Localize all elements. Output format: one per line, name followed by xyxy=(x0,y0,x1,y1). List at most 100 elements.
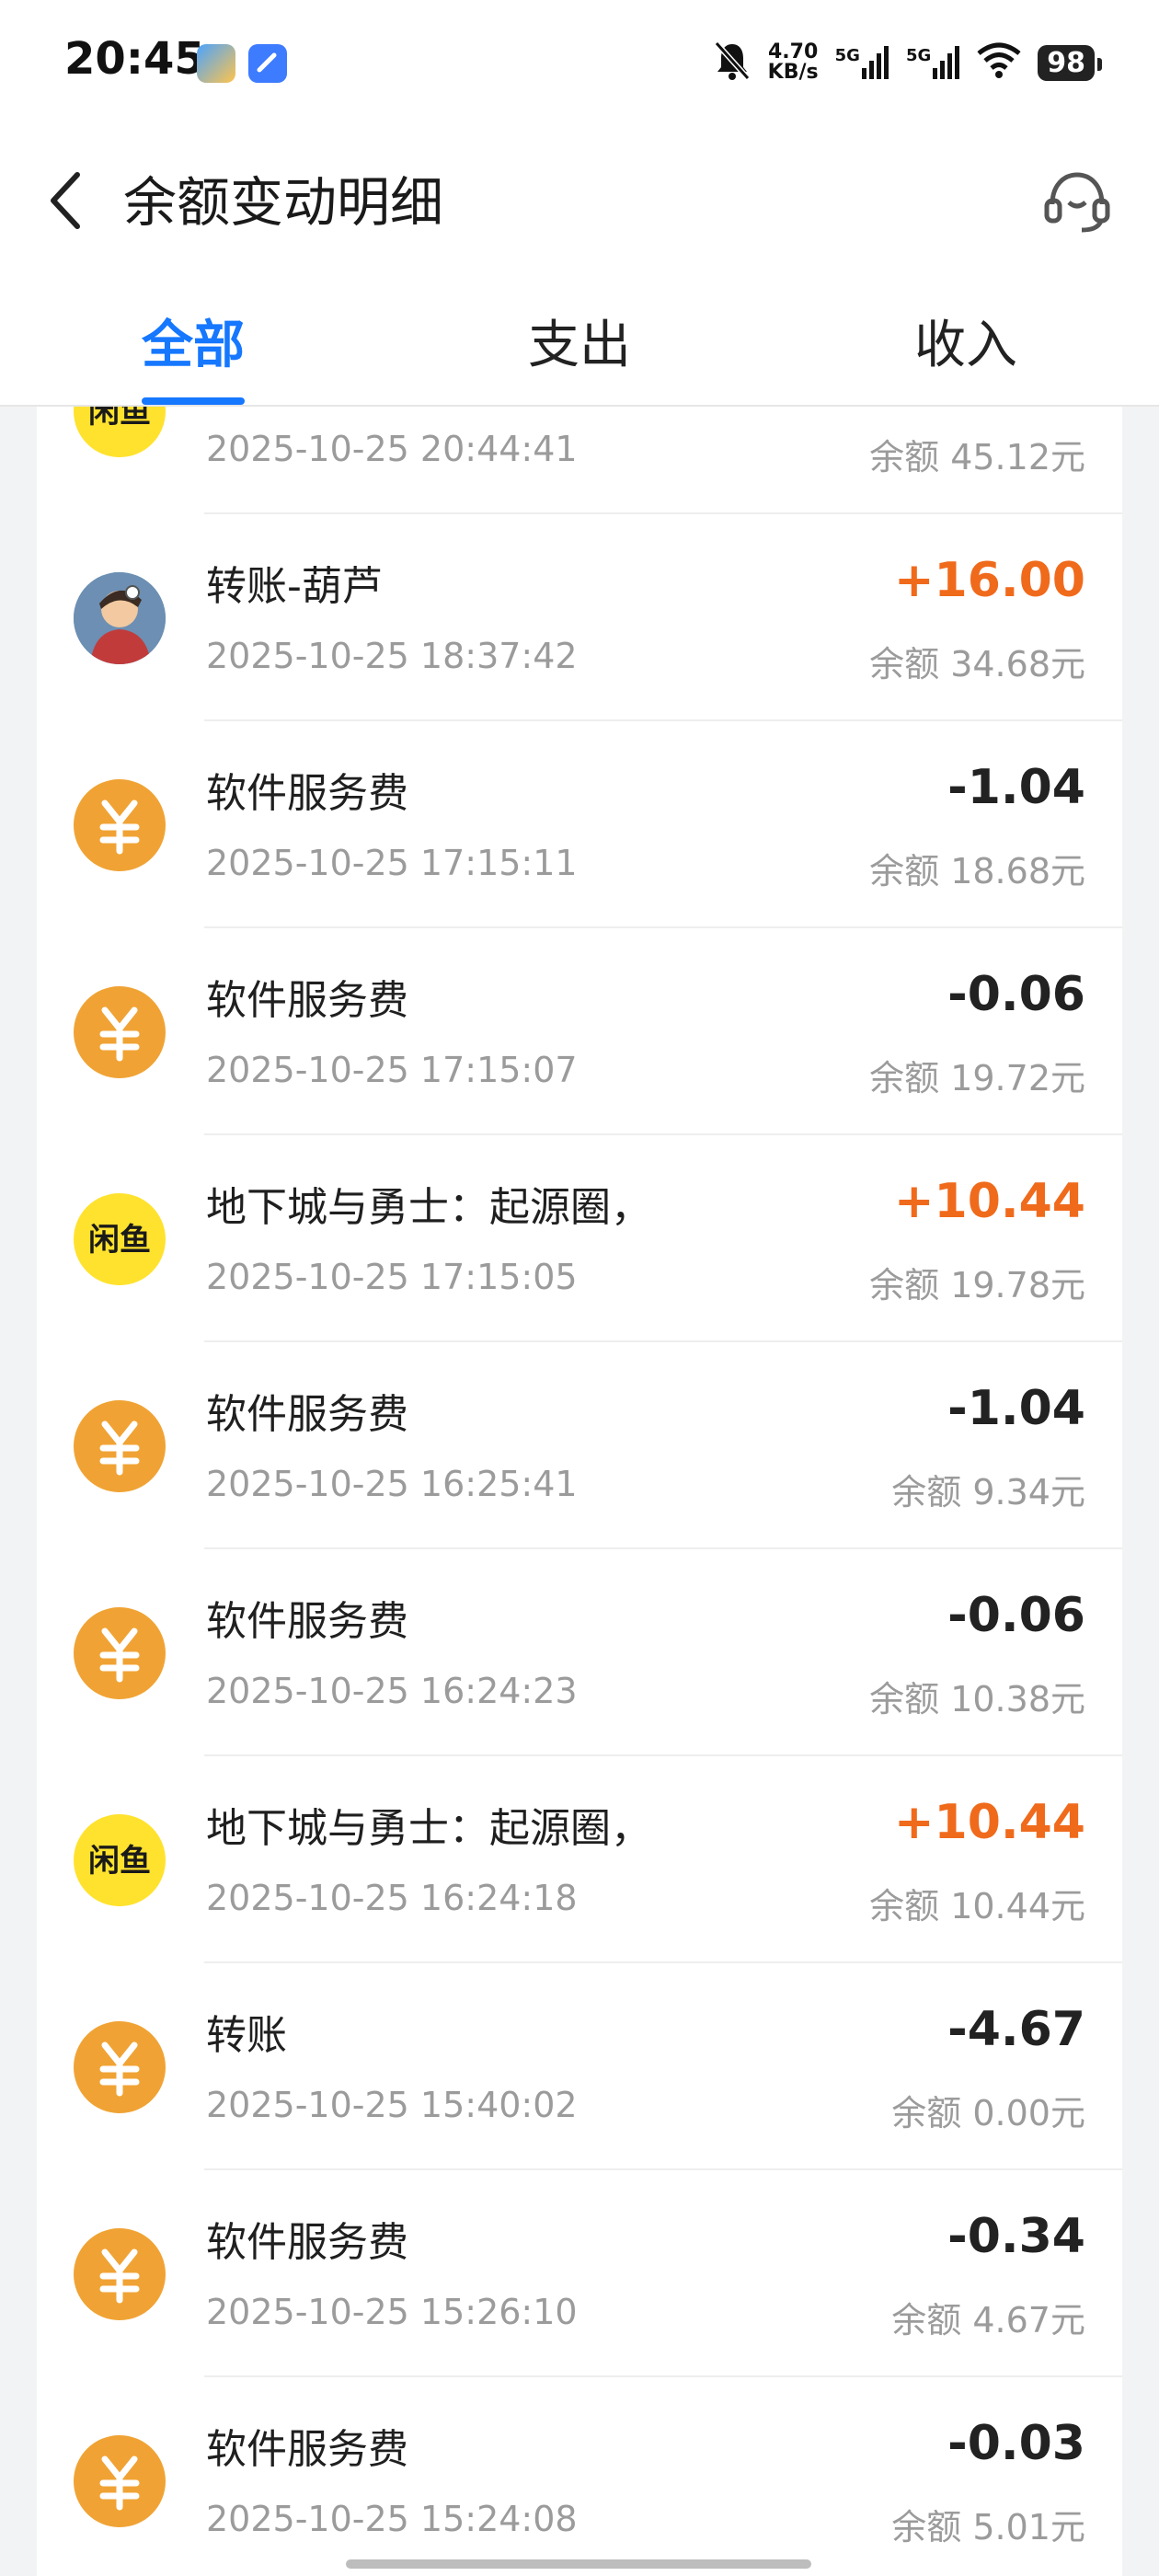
balance-after: 余额 0.00元 xyxy=(891,2093,1085,2133)
transaction-row[interactable]: 软件服务费 2025-10-25 15:26:10 -0.34 余额 4.67元 xyxy=(37,2170,1122,2377)
transaction-row[interactable]: 软件服务费 2025-10-25 17:15:11 -1.04 余额 18.68元 xyxy=(37,721,1122,928)
signal-sim1: 5G xyxy=(835,46,889,79)
service-fee-icon xyxy=(74,2435,166,2527)
xianyu-logo-icon: 闲鱼 xyxy=(74,1193,166,1285)
signal-sim2: 5G xyxy=(906,46,960,79)
balance-after: 余额 34.68元 xyxy=(869,644,1085,684)
transaction-time: 2025-10-25 16:24:18 xyxy=(206,1878,578,1918)
transaction-list: 闲鱼 2025-10-25 20:44:41 余额 45.12元转账-葫芦 2025-… xyxy=(37,407,1122,2576)
transaction-title: 转账 xyxy=(206,2012,287,2059)
home-indicator[interactable] xyxy=(346,2559,811,2569)
balance-after: 余额 10.44元 xyxy=(869,1886,1085,1926)
transaction-row[interactable]: 闲鱼 2025-10-25 20:44:41 余额 45.12元 xyxy=(37,407,1122,514)
signal-bars-icon xyxy=(933,46,960,79)
customer-service-button[interactable] xyxy=(1036,160,1119,243)
transaction-title: 转账-葫芦 xyxy=(206,563,383,610)
back-button[interactable] xyxy=(33,164,107,237)
transaction-amount: -1.04 xyxy=(947,760,1085,815)
transaction-amount: -0.34 xyxy=(947,2209,1085,2264)
transaction-amount: -0.06 xyxy=(947,1588,1085,1643)
service-fee-icon xyxy=(74,1607,166,1699)
yuan-icon xyxy=(99,1006,140,1062)
nav-bar: 余额变动明细 xyxy=(0,129,1159,276)
chevron-left-icon xyxy=(51,172,80,229)
transaction-row[interactable]: 软件服务费 2025-10-25 16:24:23 -0.06 余额 10.38元 xyxy=(37,1549,1122,1756)
transaction-time: 2025-10-25 15:40:02 xyxy=(206,2085,578,2125)
transaction-time: 2025-10-25 17:15:05 xyxy=(206,1257,578,1297)
service-fee-icon xyxy=(74,2021,166,2113)
balance-after: 余额 5.01元 xyxy=(891,2507,1085,2547)
transaction-title: 软件服务费 xyxy=(206,977,408,1024)
yuan-icon xyxy=(99,2041,140,2097)
transaction-amount: -1.04 xyxy=(947,1381,1085,1436)
xianyu-logo-icon: 闲鱼 xyxy=(74,407,166,457)
app-notification-icon-2 xyxy=(248,44,287,83)
transaction-time: 2025-10-25 17:15:07 xyxy=(206,1050,578,1090)
transaction-row[interactable]: 软件服务费 2025-10-25 16:25:41 -1.04 余额 9.34元 xyxy=(37,1342,1122,1549)
balance-after: 余额 10.38元 xyxy=(869,1679,1085,1719)
yuan-icon xyxy=(99,2455,140,2511)
status-indicators: 4.70 KB/s 5G 5G 98 xyxy=(713,37,1102,88)
service-fee-icon xyxy=(74,986,166,1078)
balance-after: 余额 18.68元 xyxy=(869,851,1085,891)
transaction-amount: -0.06 xyxy=(947,967,1085,1022)
transaction-title: 软件服务费 xyxy=(206,1598,408,1645)
transaction-amount: -0.03 xyxy=(947,2416,1085,2471)
transaction-amount: +16.00 xyxy=(893,553,1085,608)
transaction-title: 软件服务费 xyxy=(206,2219,408,2266)
transaction-amount: +10.44 xyxy=(893,1174,1085,1229)
transaction-title: 地下城与勇士：起源圈， xyxy=(206,1805,651,1852)
xianyu-logo-text: 闲鱼 xyxy=(88,407,151,431)
transaction-row[interactable]: 转账 2025-10-25 15:40:02 -4.67 余额 0.00元 xyxy=(37,1963,1122,2170)
net-speed: 4.70 KB/s xyxy=(768,42,819,83)
transaction-time: 2025-10-25 20:44:41 xyxy=(206,429,578,469)
transaction-time: 2025-10-25 16:24:23 xyxy=(206,1671,578,1711)
transaction-title: 软件服务费 xyxy=(206,770,408,817)
transaction-time: 2025-10-25 15:26:10 xyxy=(206,2292,578,2332)
tab-income[interactable]: 收入 xyxy=(914,304,1017,378)
mute-bell-icon xyxy=(713,40,752,86)
xianyu-logo-text: 闲鱼 xyxy=(88,1843,151,1880)
balance-after: 余额 19.72元 xyxy=(869,1058,1085,1098)
user-avatar xyxy=(74,572,166,664)
transaction-time: 2025-10-25 16:25:41 xyxy=(206,1464,578,1504)
transaction-amount: +10.44 xyxy=(893,1795,1085,1850)
transaction-time: 2025-10-25 18:37:42 xyxy=(206,636,578,676)
transaction-time: 2025-10-25 17:15:11 xyxy=(206,843,578,883)
status-time: 20:45 xyxy=(64,33,205,85)
signal-bars-icon xyxy=(861,46,889,79)
transaction-list-inner: 闲鱼 2025-10-25 20:44:41 余额 45.12元转账-葫芦 2025-… xyxy=(37,407,1122,2576)
wifi-icon xyxy=(977,42,1021,83)
page-title: 余额变动明细 xyxy=(123,171,444,234)
net-speed-unit: KB/s xyxy=(767,61,819,84)
tab-all[interactable]: 全部 xyxy=(142,304,245,378)
transaction-row[interactable]: 闲鱼 地下城与勇士：起源圈， 2025-10-25 17:15:05 +10.44 余额… xyxy=(37,1135,1122,1342)
transaction-row[interactable]: 软件服务费 2025-10-25 15:24:08 -0.03 余额 5.01元 xyxy=(37,2377,1122,2576)
sim1-label: 5G xyxy=(834,46,860,65)
status-bar: 20:45 4.70 KB/s 5G 5G 98 xyxy=(0,0,1159,129)
yuan-icon xyxy=(99,1420,140,1476)
headset-icon xyxy=(1044,172,1110,233)
tab-expense[interactable]: 支出 xyxy=(528,304,631,378)
balance-after: 余额 4.67元 xyxy=(891,2300,1085,2340)
service-fee-icon xyxy=(74,2228,166,2320)
user-avatar-icon xyxy=(74,572,166,664)
transaction-row[interactable]: 闲鱼 地下城与勇士：起源圈， 2025-10-25 16:24:18 +10.44 余额… xyxy=(37,1756,1122,1963)
battery-level: 98 xyxy=(1038,44,1102,81)
sim2-label: 5G xyxy=(905,46,932,65)
balance-after: 余额 45.12元 xyxy=(869,437,1085,477)
transaction-title: 软件服务费 xyxy=(206,1391,408,1438)
xianyu-logo-icon: 闲鱼 xyxy=(74,1814,166,1906)
xianyu-logo-text: 闲鱼 xyxy=(88,1222,151,1259)
yuan-icon xyxy=(99,2248,140,2304)
tab-active-indicator xyxy=(142,397,245,405)
net-speed-value: 4.70 xyxy=(768,40,819,63)
service-fee-icon xyxy=(74,1400,166,1492)
transaction-row[interactable]: 软件服务费 2025-10-25 17:15:07 -0.06 余额 19.72元 xyxy=(37,928,1122,1135)
transaction-title: 软件服务费 xyxy=(206,2426,408,2473)
yuan-icon xyxy=(99,1627,140,1683)
yuan-icon xyxy=(99,799,140,855)
transaction-amount: -4.67 xyxy=(947,2002,1085,2057)
transaction-row[interactable]: 转账-葫芦 2025-10-25 18:37:42 +16.00 余额 34.68元 xyxy=(37,514,1122,721)
balance-after: 余额 19.78元 xyxy=(869,1265,1085,1305)
